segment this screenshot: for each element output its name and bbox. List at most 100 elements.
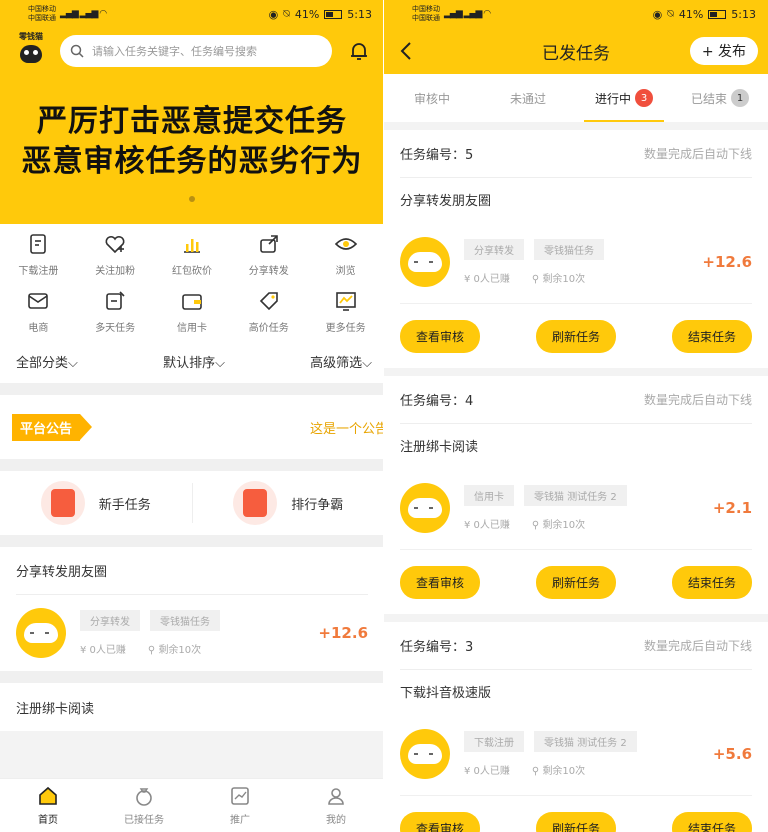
clock: 5:13 (347, 7, 372, 21)
filter-default-sort[interactable]: 默认排序⌵ (163, 352, 225, 371)
task-name: 注册绑卡阅读 (400, 439, 479, 455)
mute-icon: ⍉ (283, 7, 290, 20)
banner[interactable]: 严厉打击恶意提交任务 恶意审核任务的恶劣行为 (0, 74, 384, 224)
home-header: 中国移动 中国联通 ▂▄▆ ▂▄▆ ◠ ◉ ⍉ 41% 5:13 零钱猫 请输入… (0, 0, 384, 224)
earned-count: ¥ 0人已赚 (464, 273, 510, 285)
task-tag: 分享转发 (464, 238, 524, 260)
battery-icon (324, 9, 343, 19)
task-tag: 分享转发 (80, 610, 140, 631)
remaining-count: ⚲ 剩余10次 (531, 765, 586, 777)
eye-status-icon: ◉ (652, 7, 663, 21)
task-tag: 零钱猫任务 (150, 610, 220, 631)
tab-reviewing[interactable]: 审核中 (384, 74, 480, 122)
carrier-labels: 中国移动 中国联通 (28, 5, 56, 23)
auto-offline-note: 数量完成后自动下线 (643, 393, 752, 407)
auto-offline-note: 数量完成后自动下线 (643, 147, 752, 161)
tab-accepted-tasks[interactable]: 已接任务 (96, 779, 192, 832)
category-item[interactable]: 电商 (0, 289, 77, 334)
task-number: 任务编号：5 (400, 148, 474, 163)
tab-home-label: 首页 (38, 815, 58, 826)
task-reward: +5.6 (712, 744, 752, 763)
view-review-button[interactable]: 查看审核 (400, 811, 481, 832)
filter-advanced[interactable]: 高级筛选⌵ (310, 352, 372, 371)
category-item[interactable]: 信用卡 (154, 289, 231, 334)
tab-promote[interactable]: 推广 (192, 779, 288, 832)
category-label: 下载注册 (18, 266, 59, 277)
chart-icon (231, 787, 249, 805)
tab-mine[interactable]: 我的 (288, 779, 384, 832)
category-item[interactable]: 更多任务 (307, 289, 384, 334)
tab-in-progress[interactable]: 进行中 3 (576, 74, 672, 122)
view-review-button[interactable]: 查看审核 (400, 319, 481, 353)
refresh-task-button[interactable]: 刷新任务 (535, 319, 616, 353)
share-icon (259, 235, 278, 253)
view-review-button[interactable]: 查看审核 (400, 565, 481, 599)
divider (0, 383, 384, 395)
announcement-text: 这是一个公告 (309, 421, 384, 437)
search-icon (70, 44, 84, 58)
back-arrow-icon[interactable] (398, 41, 414, 61)
cloud-avatar-icon (400, 236, 450, 287)
published-task-card: 任务编号：4 数量完成后自动下线 注册绑卡阅读 信用卡 零钱猫 测试任务 2 ¥ 0人已赚… (384, 376, 768, 614)
end-task-button[interactable]: 结束任务 (671, 319, 752, 353)
leaderboard-icon (233, 481, 278, 525)
top-bar: 零钱猫 请输入任务关键字、任务编号搜索 (0, 28, 384, 74)
carrier-2: 中国联通 (28, 14, 56, 22)
banner-line-1: 严厉打击恶意提交任务 (37, 104, 347, 139)
user-icon (328, 788, 344, 805)
category-item[interactable]: 红包砍价 (154, 232, 231, 277)
home-screen: 中国移动 中国联通 ▂▄▆ ▂▄▆ ◠ ◉ ⍉ 41% 5:13 零钱猫 请输入… (0, 0, 384, 832)
task-card[interactable]: 分享转发朋友圈 分享转发 零钱猫任务 ¥ 0人已赚 ⚲ 剩余10次 +12.6 (0, 547, 384, 671)
task-tag: 零钱猫任务 (534, 238, 604, 260)
mute-icon: ⍉ (667, 7, 674, 20)
tab-rejected[interactable]: 未通过 (480, 74, 576, 122)
newbie-task-button[interactable]: 新手任务 (0, 481, 192, 525)
app-logo[interactable]: 零钱猫 (12, 31, 50, 71)
published-task-card: 任务编号：5 数量完成后自动下线 分享转发朋友圈 分享转发 零钱猫任务 ¥ 0人已赚 ⚲ 剩… (384, 130, 768, 368)
end-task-button[interactable]: 结束任务 (671, 565, 752, 599)
carrier-2: 中国联通 (412, 14, 440, 22)
edit-icon (106, 291, 125, 310)
trend-icon (335, 292, 356, 311)
category-item[interactable]: 下载注册 (0, 232, 77, 277)
bar-chart-icon (183, 239, 200, 253)
search-bar[interactable]: 请输入任务关键字、任务编号搜索 (60, 35, 332, 67)
divider (0, 671, 384, 683)
category-label: 更多任务 (325, 323, 366, 334)
clock: 5:13 (731, 7, 756, 21)
carousel-dot[interactable] (189, 196, 195, 202)
filter-all-categories[interactable]: 全部分类⌵ (16, 352, 78, 371)
category-item[interactable]: 关注加粉 (77, 232, 154, 277)
category-item[interactable]: 浏览 (307, 232, 384, 277)
nav-bar: 已发任务 + 发布 (384, 28, 768, 74)
refresh-task-button[interactable]: 刷新任务 (535, 565, 616, 599)
end-task-button[interactable]: 结束任务 (671, 811, 752, 832)
task-title: 分享转发朋友圈 (16, 547, 368, 595)
announcement-bar[interactable]: 平台公告 这是一个公告 (0, 395, 384, 459)
bell-icon[interactable] (342, 34, 376, 68)
category-label: 高价任务 (248, 323, 289, 334)
earned-count: ¥ 0人已赚 (464, 519, 510, 531)
earned-count: ¥ 0人已赚 (464, 765, 510, 777)
refresh-task-button[interactable]: 刷新任务 (535, 811, 616, 832)
category-item[interactable]: 分享转发 (230, 232, 307, 277)
newbie-task-icon (40, 481, 85, 525)
leaderboard-button[interactable]: 排行争霸 (193, 481, 385, 525)
filter-bar: 全部分类⌵ 默认排序⌵ 高级筛选⌵ (0, 334, 384, 383)
category-label: 浏览 (335, 266, 356, 277)
download-icon (30, 234, 47, 254)
task-card[interactable]: 注册绑卡阅读 (0, 683, 384, 731)
tab-ended[interactable]: 已结束 1 (672, 74, 768, 122)
task-tag: 下载注册 (464, 730, 524, 752)
published-task-card: 任务编号：3 数量完成后自动下线 下载抖音极速版 下载注册 零钱猫 测试任务 2 ¥ 0人… (384, 622, 768, 832)
battery-percent: 41% (678, 7, 704, 21)
cloud-avatar-icon (400, 482, 450, 533)
publish-button[interactable]: + 发布 (689, 37, 758, 65)
published-header: 中国移动 中国联通 ▂▄▆ ▂▄▆ ◠ ◉ ⍉ 41% 5:13 已发任务 + … (384, 0, 768, 74)
category-label: 分享转发 (248, 266, 289, 277)
category-item[interactable]: 高价任务 (230, 289, 307, 334)
category-item[interactable]: 多天任务 (77, 289, 154, 334)
remaining-count: ⚲ 剩余10次 (531, 273, 586, 285)
tab-home[interactable]: 首页 (0, 779, 96, 832)
tag-icon (259, 292, 278, 311)
